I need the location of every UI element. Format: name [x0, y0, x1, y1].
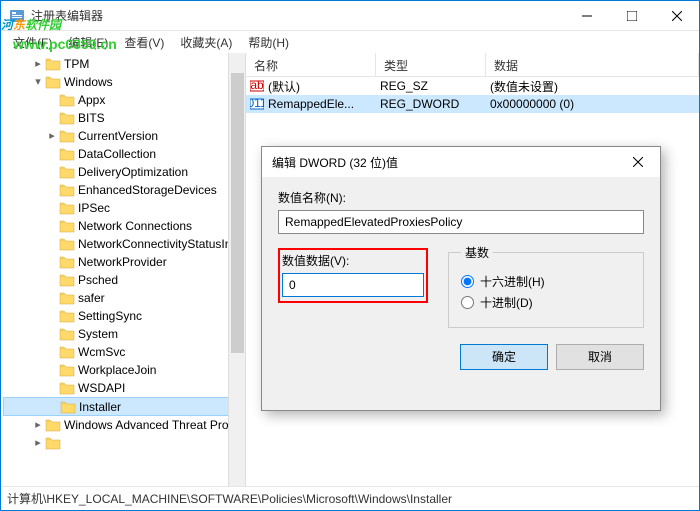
tree-scrollbar[interactable] [228, 53, 245, 486]
col-name[interactable]: 名称 [246, 53, 376, 76]
menubar: 文件(F) 编辑(E) 查看(V) 收藏夹(A) 帮助(H) [1, 31, 699, 53]
radio-dec-label: 十进制(D) [480, 294, 533, 311]
tree-node[interactable]: EnhancedStorageDevices [3, 181, 245, 199]
tree-node[interactable]: ▸ [3, 434, 245, 452]
tree-node-label: System [78, 325, 118, 343]
expander-icon[interactable]: ▸ [31, 55, 45, 73]
value-name-input[interactable] [278, 210, 644, 234]
tree-node[interactable]: Installer [3, 397, 245, 416]
tree-node-label: Installer [79, 398, 121, 416]
tree-node-label: DataCollection [78, 145, 156, 163]
radio-dec[interactable] [461, 296, 474, 309]
tree-node-label: CurrentVersion [78, 127, 158, 145]
tree-node-label: DeliveryOptimization [78, 163, 188, 181]
value-data-input[interactable] [282, 273, 424, 297]
minimize-button[interactable] [564, 1, 609, 30]
regedit-window: 河东河东软件园软件园 www.pc0359.cn 注册表编辑器 文件(F) 编辑… [0, 0, 700, 511]
tree-node[interactable]: DataCollection [3, 145, 245, 163]
tree-node-label: TPM [64, 55, 89, 73]
tree-node[interactable]: ▸ TPM [3, 55, 245, 73]
status-path: 计算机\HKEY_LOCAL_MACHINE\SOFTWARE\Policies… [7, 490, 452, 507]
svg-text:ab: ab [250, 79, 264, 92]
tree-node[interactable]: BITS [3, 109, 245, 127]
highlight-box: 数值数据(V): [278, 248, 428, 303]
value-name-label: 数值名称(N): [278, 189, 644, 206]
value-data-label: 数值数据(V): [282, 252, 424, 269]
tree-node[interactable]: DeliveryOptimization [3, 163, 245, 181]
app-icon [9, 8, 25, 24]
dialog-close-button[interactable] [615, 148, 660, 177]
tree-node[interactable]: NetworkProvider [3, 253, 245, 271]
tree-node[interactable]: SettingSync [3, 307, 245, 325]
svg-text:011: 011 [250, 97, 264, 110]
tree-node-label: safer [78, 289, 105, 307]
tree-node[interactable]: WorkplaceJoin [3, 361, 245, 379]
expander-icon[interactable]: ▾ [31, 73, 45, 91]
cell-type: REG_DWORD [380, 97, 459, 111]
radio-hex[interactable] [461, 275, 474, 288]
tree-node[interactable]: IPSec [3, 199, 245, 217]
tree-node-label: Windows [64, 73, 113, 91]
tree-node[interactable]: NetworkConnectivityStatusInc [3, 235, 245, 253]
cell-data: 0x00000000 (0) [490, 97, 574, 111]
statusbar: 计算机\HKEY_LOCAL_MACHINE\SOFTWARE\Policies… [1, 486, 699, 510]
tree-node-label: WcmSvc [78, 343, 125, 361]
tree-node[interactable]: WSDAPI [3, 379, 245, 397]
tree-node-label: WorkplaceJoin [78, 361, 156, 379]
menu-help[interactable]: 帮助(H) [240, 32, 297, 53]
tree-node-label: Psched [78, 271, 118, 289]
tree-node-label: SettingSync [78, 307, 142, 325]
base-legend: 基数 [461, 244, 493, 261]
tree-node[interactable]: Network Connections [3, 217, 245, 235]
radio-hex-label: 十六进制(H) [480, 273, 545, 290]
tree-node-label: BITS [78, 109, 105, 127]
dialog-title: 编辑 DWORD (32 位)值 [272, 154, 615, 171]
edit-dword-dialog: 编辑 DWORD (32 位)值 数值名称(N): 数值数据(V): 基数 [261, 146, 661, 411]
cell-name: (默认) [268, 78, 300, 95]
tree-node-label: Appx [78, 91, 105, 109]
tree-node[interactable]: ▾ Windows [3, 73, 245, 91]
cell-type: REG_SZ [380, 79, 428, 93]
menu-file[interactable]: 文件(F) [5, 32, 60, 53]
menu-favorites[interactable]: 收藏夹(A) [172, 32, 240, 53]
maximize-button[interactable] [609, 1, 654, 30]
menu-edit[interactable]: 编辑(E) [60, 32, 116, 53]
cancel-button[interactable]: 取消 [556, 344, 644, 370]
cell-data: (数值未设置) [490, 78, 558, 95]
list-row[interactable]: 011 RemappedEle... REG_DWORD 0x00000000 (0) [246, 95, 699, 113]
tree-node-label: Windows Advanced Threat Prote [64, 416, 239, 434]
tree-node-label: EnhancedStorageDevices [78, 181, 217, 199]
expander-icon[interactable]: ▸ [31, 416, 45, 434]
list-row[interactable]: ab (默认) REG_SZ (数值未设置) [246, 77, 699, 95]
tree-node-label: WSDAPI [78, 379, 125, 397]
tree-node-label: NetworkConnectivityStatusInc [78, 235, 237, 253]
tree-node[interactable]: ▸ Windows Advanced Threat Prote [3, 416, 245, 434]
window-title: 注册表编辑器 [31, 7, 564, 24]
menu-view[interactable]: 查看(V) [116, 32, 172, 53]
tree-node[interactable]: Appx [3, 91, 245, 109]
tree-node-label: NetworkProvider [78, 253, 167, 271]
tree-node[interactable]: Psched [3, 271, 245, 289]
tree-node[interactable]: ▸ CurrentVersion [3, 127, 245, 145]
expander-icon[interactable]: ▸ [45, 127, 59, 145]
col-data[interactable]: 数据 [486, 53, 699, 76]
dialog-titlebar: 编辑 DWORD (32 位)值 [262, 147, 660, 177]
tree-node-label: Network Connections [78, 217, 192, 235]
tree-node[interactable]: System [3, 325, 245, 343]
tree-node[interactable]: safer [3, 289, 245, 307]
list-header: 名称 类型 数据 [246, 53, 699, 77]
base-fieldset: 基数 十六进制(H) 十进制(D) [448, 244, 644, 328]
close-button[interactable] [654, 1, 699, 30]
ok-button[interactable]: 确定 [460, 344, 548, 370]
tree-view[interactable]: ▸ TPM ▾ WindowsAppxBITS ▸ CurrentVersionDataC… [1, 53, 246, 486]
tree-node[interactable]: WcmSvc [3, 343, 245, 361]
tree-node-label: IPSec [78, 199, 110, 217]
col-type[interactable]: 类型 [376, 53, 486, 76]
expander-icon[interactable]: ▸ [31, 434, 45, 452]
titlebar: 注册表编辑器 [1, 1, 699, 31]
cell-name: RemappedEle... [268, 97, 354, 111]
